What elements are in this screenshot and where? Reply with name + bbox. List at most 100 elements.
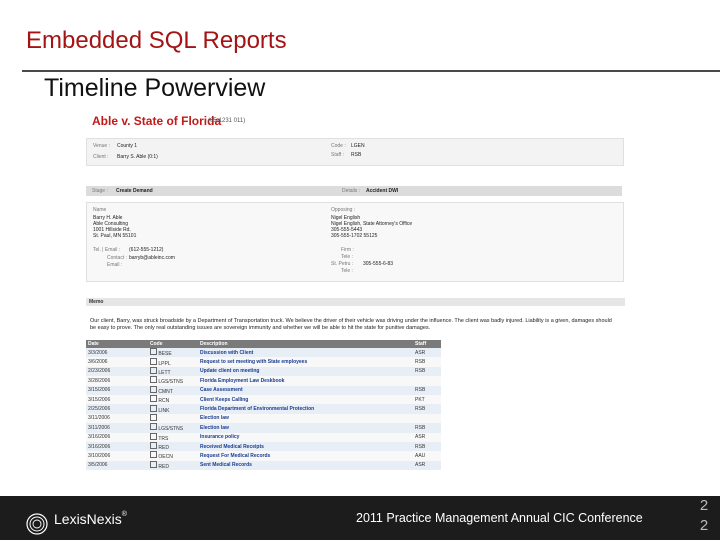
opposing-label: Opposing :	[331, 207, 356, 213]
cell-description: Received Medical Receipts	[198, 441, 413, 452]
table-row[interactable]: 3/11/2006 LGS/STNS Election law RSB	[86, 423, 441, 433]
table-row[interactable]: 3/6/2006 LPPL Request to set meeting with…	[86, 357, 441, 367]
code-text: LPPL	[158, 360, 171, 367]
cell-description: Florida Department of Environmental Prot…	[198, 404, 413, 414]
cell-code: LPPL	[148, 357, 198, 367]
cell-staff: RSB	[413, 441, 441, 452]
cell-staff: RSB	[413, 423, 441, 433]
cell-code: LINK	[148, 404, 198, 414]
table-row[interactable]: 3/10/2006 OECN Request For Medical Record…	[86, 451, 441, 461]
code-text: LETT	[158, 369, 171, 376]
cell-staff: RSB	[413, 366, 441, 377]
code-text: RED	[158, 463, 169, 470]
cell-date: 3/16/2006	[86, 441, 148, 452]
col-staff[interactable]: Staff	[413, 340, 441, 348]
table-row[interactable]: 3/11/2006 Election law	[86, 413, 441, 424]
details-value: Accident DWI	[366, 188, 399, 194]
firm-phone: 305-555-6-83	[363, 261, 394, 267]
cell-date: 3/16/2006	[86, 432, 148, 442]
cell-staff: RSB	[413, 404, 441, 414]
cell-date: 3/15/2006	[86, 385, 148, 395]
conference-name: 2011 Practice Management Annual CIC Conf…	[356, 511, 643, 525]
col-description[interactable]: Description	[198, 340, 413, 348]
cell-date: 3/10/2006	[86, 451, 148, 461]
name-label: Name	[93, 207, 107, 213]
entry-type-icon	[150, 451, 157, 459]
firm-tele2-label: Tele :	[341, 268, 353, 274]
staff-label: Staff :	[331, 152, 344, 158]
table-row[interactable]: 2/23/2006 LETT Update client on meeting RS…	[86, 366, 441, 377]
cell-description: Election law	[198, 413, 413, 424]
cell-description: Sent Medical Records	[198, 460, 413, 471]
page-number: 2 2	[694, 496, 714, 536]
table-row[interactable]: 3/5/2006 RED Sent Medical Records ASR	[86, 460, 441, 471]
table-row[interactable]: 3/28/2006 LGS/STNS Florida Employment Law…	[86, 376, 441, 386]
col-code[interactable]: Code	[148, 340, 198, 348]
table-row[interactable]: 2/25/2006 LINK Florida Department of Envi…	[86, 404, 441, 414]
table-row[interactable]: 3/16/2006 TRS Insurance policy ASR	[86, 432, 441, 442]
table-row[interactable]: 3/16/2006 RED Received Medical Receipts RS…	[86, 441, 441, 452]
client-address-4: St. Paul, MN 55101	[93, 233, 137, 239]
cell-description: Request For Medical Records	[198, 451, 413, 461]
cell-description: Election law	[198, 423, 413, 433]
code-text: LGS/STNS	[158, 379, 184, 386]
entry-type-icon	[150, 404, 157, 412]
entry-type-icon	[150, 357, 157, 365]
cell-staff: ASR	[413, 460, 441, 471]
table-row[interactable]: 3/3/2006 BESE Discussion with Client ASR	[86, 348, 441, 358]
cell-description: Discussion with Client	[198, 348, 413, 358]
cell-description: Case Assessment	[198, 385, 413, 395]
cell-code: RED	[148, 441, 198, 452]
staff-value: RSB	[351, 152, 362, 158]
stage-bar: Stage : Create Demand Details : Accident…	[86, 186, 622, 196]
slide-subtitle: Timeline Powerview	[44, 74, 266, 102]
code-text: TRS	[158, 435, 169, 442]
entry-type-icon	[150, 395, 157, 403]
entry-type-icon	[150, 348, 157, 356]
code-text: OECN	[158, 454, 173, 461]
cell-code: LETT	[148, 366, 198, 377]
firm-street-label: St. Petru :	[331, 261, 354, 267]
tel-value: (612-555-1212)	[129, 247, 164, 253]
contacts-panel: Name Barry H. Able Able Consulting 1001 …	[86, 202, 624, 282]
title-rule	[22, 70, 720, 72]
cell-description: Update client on meeting	[198, 366, 413, 377]
code-label: Code :	[331, 143, 346, 149]
page-digit-2: 2	[699, 517, 709, 534]
cell-staff: AAU	[413, 451, 441, 461]
table-row[interactable]: 3/15/2006 CMNT Case Assessment RSB	[86, 385, 441, 395]
table-row[interactable]: 3/15/2006 RCN Client Keeps Calling PKT	[86, 394, 441, 405]
code-text: LINK	[158, 407, 170, 414]
code-text: RCN	[158, 398, 170, 405]
stage-label: Stage :	[92, 188, 108, 194]
logo-text: LexisNexis®	[54, 511, 127, 527]
cell-date: 2/23/2006	[86, 366, 148, 377]
cell-description: Client Keeps Calling	[198, 394, 413, 405]
details-label: Details :	[342, 188, 361, 194]
entry-type-icon	[150, 460, 157, 468]
opposing-line-4: 305-555-1702 55125	[331, 233, 378, 239]
cell-date: 3/3/2006	[86, 348, 148, 358]
cell-description: Insurance policy	[198, 432, 413, 442]
code-text: RED	[158, 445, 169, 452]
email-value: barryb@ableinc.com	[129, 255, 175, 261]
client-value: Barry S. Able (0:1)	[117, 154, 158, 160]
col-date[interactable]: Date	[86, 340, 148, 348]
venue-value: County 1	[117, 143, 138, 149]
cell-date: 3/15/2006	[86, 394, 148, 405]
cell-staff: ASR	[413, 432, 441, 442]
cell-date: 3/5/2006	[86, 460, 148, 471]
cell-date: 3/6/2006	[86, 357, 148, 367]
contact-label: Contact :	[107, 255, 128, 261]
tel-label: Tel. | Email :	[93, 247, 121, 253]
entry-type-icon	[150, 442, 157, 450]
cell-staff	[413, 413, 441, 424]
entry-type-icon	[150, 423, 157, 431]
venue-label: Venue :	[93, 143, 110, 149]
entry-type-icon	[150, 413, 157, 421]
slide-title: Embedded SQL Reports	[26, 27, 287, 54]
entry-type-icon	[150, 376, 157, 384]
cell-date: 3/11/2006	[86, 423, 148, 433]
cell-staff: RSB	[413, 357, 441, 367]
cell-code: RED	[148, 460, 198, 471]
